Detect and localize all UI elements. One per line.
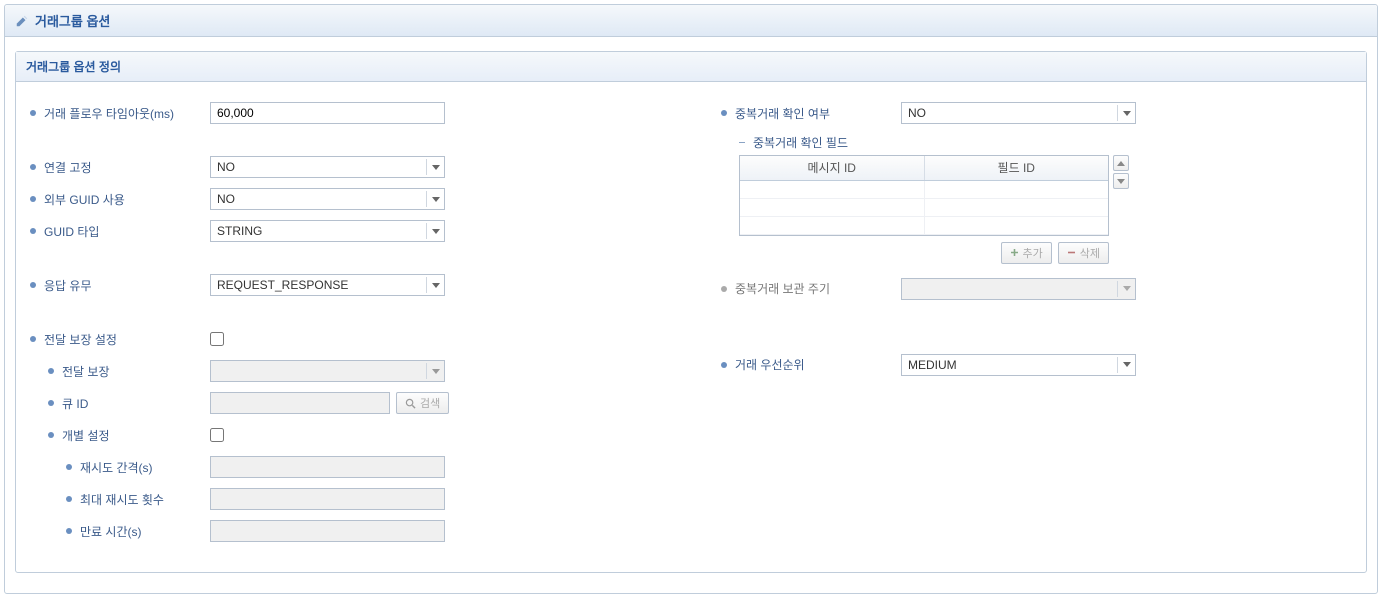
dup-check-value: NO: [908, 106, 926, 120]
expire-label: 만료 시간(s): [80, 523, 142, 540]
search-button[interactable]: 검색: [396, 392, 449, 414]
dup-fields-grid[interactable]: 메시지 ID 필드 ID: [739, 155, 1109, 236]
chevron-down-icon: [1117, 179, 1125, 184]
dup-keep-row: 중복거래 보관 주기: [721, 278, 1352, 300]
priority-combo[interactable]: MEDIUM: [901, 354, 1136, 376]
expire-row: 만료 시간(s): [30, 520, 661, 542]
left-column: 거래 플로우 타임아웃(ms) 연결 고정 NO: [30, 92, 701, 552]
chevron-down-icon: [426, 191, 442, 207]
right-column: 중복거래 확인 여부 NO 중복거래 확인 필드: [701, 92, 1352, 552]
guid-type-row: GUID 타입 STRING: [30, 220, 661, 242]
grid-toolbar: 추가 삭제: [739, 242, 1109, 264]
add-button[interactable]: 추가: [1001, 242, 1052, 264]
flow-timeout-row: 거래 플로우 타임아웃(ms): [30, 102, 661, 124]
grid-col-message-id[interactable]: 메시지 ID: [740, 156, 924, 180]
plus-icon: [1010, 248, 1019, 257]
queue-id-label: 큐 ID: [62, 395, 88, 412]
minus-icon: [1067, 248, 1076, 257]
delete-button[interactable]: 삭제: [1058, 242, 1109, 264]
fixed-conn-row: 연결 고정 NO: [30, 156, 661, 178]
table-row[interactable]: [740, 198, 1108, 216]
max-retry-label: 최대 재시도 횟수: [80, 491, 164, 508]
fixed-conn-value: NO: [217, 160, 235, 174]
priority-label: 거래 우선순위: [735, 356, 805, 373]
queue-id-input[interactable]: [210, 392, 390, 414]
edit-icon: [15, 14, 29, 28]
expire-input[interactable]: [210, 520, 445, 542]
retry-interval-input[interactable]: [210, 456, 445, 478]
individual-checkbox[interactable]: [210, 428, 224, 442]
queue-id-row: 큐 ID 검색: [30, 392, 661, 414]
trade-group-options-panel: 거래그룹 옵션 거래그룹 옵션 정의 거래 플로우 타임아웃(ms) 연결 고정: [4, 4, 1378, 594]
response-row: 응답 유무 REQUEST_RESPONSE: [30, 274, 661, 296]
max-retry-input[interactable]: [210, 488, 445, 510]
ext-guid-row: 외부 GUID 사용 NO: [30, 188, 661, 210]
dup-check-label: 중복거래 확인 여부: [735, 105, 830, 122]
dup-keep-combo[interactable]: [901, 278, 1136, 300]
chevron-down-icon: [1117, 105, 1133, 121]
fixed-conn-label: 연결 고정: [44, 159, 92, 176]
grid-col-field-id[interactable]: 필드 ID: [924, 156, 1108, 180]
grid-scroll-buttons: [1113, 155, 1129, 236]
panel-body: 거래그룹 옵션 정의 거래 플로우 타임아웃(ms) 연결 고정: [5, 37, 1377, 593]
panel-header: 거래그룹 옵션: [5, 5, 1377, 37]
delivery-setting-checkbox[interactable]: [210, 332, 224, 346]
fixed-conn-combo[interactable]: NO: [210, 156, 445, 178]
add-button-label: 추가: [1023, 245, 1043, 261]
dup-fields-label: 중복거래 확인 필드: [753, 134, 848, 151]
chevron-down-icon: [426, 363, 442, 379]
scroll-up-button[interactable]: [1113, 155, 1129, 171]
dup-fields-grid-wrap: 메시지 ID 필드 ID: [739, 155, 1352, 264]
delivery-combo[interactable]: [210, 360, 445, 382]
chevron-down-icon: [1117, 357, 1133, 373]
response-combo[interactable]: REQUEST_RESPONSE: [210, 274, 445, 296]
guid-type-label: GUID 타입: [44, 223, 99, 240]
ext-guid-combo[interactable]: NO: [210, 188, 445, 210]
ext-guid-label: 외부 GUID 사용: [44, 191, 125, 208]
definition-section: 거래그룹 옵션 정의 거래 플로우 타임아웃(ms) 연결 고정: [15, 51, 1367, 573]
delivery-setting-row: 전달 보장 설정: [30, 328, 661, 350]
max-retry-row: 최대 재시도 횟수: [30, 488, 661, 510]
dash-icon: [739, 142, 745, 143]
individual-label: 개별 설정: [62, 427, 110, 444]
scroll-down-button[interactable]: [1113, 173, 1129, 189]
flow-timeout-label: 거래 플로우 타임아웃(ms): [44, 105, 174, 122]
delivery-row: 전달 보장: [30, 360, 661, 382]
guid-type-value: STRING: [217, 224, 262, 238]
response-value: REQUEST_RESPONSE: [217, 278, 348, 292]
dup-keep-label: 중복거래 보관 주기: [735, 280, 830, 297]
chevron-down-icon: [426, 223, 442, 239]
chevron-down-icon: [426, 277, 442, 293]
section-body: 거래 플로우 타임아웃(ms) 연결 고정 NO: [16, 82, 1366, 572]
priority-value: MEDIUM: [908, 358, 957, 372]
section-title: 거래그룹 옵션 정의: [16, 52, 1366, 82]
flow-timeout-input[interactable]: [210, 102, 445, 124]
individual-row: 개별 설정: [30, 424, 661, 446]
delete-button-label: 삭제: [1080, 245, 1100, 261]
dup-fields-subhead: 중복거래 확인 필드: [739, 134, 1352, 151]
retry-interval-row: 재시도 간격(s): [30, 456, 661, 478]
search-button-label: 검색: [420, 395, 440, 411]
dup-check-combo[interactable]: NO: [901, 102, 1136, 124]
delivery-label: 전달 보장: [62, 363, 110, 380]
delivery-setting-label: 전달 보장 설정: [44, 331, 117, 348]
table-row[interactable]: [740, 180, 1108, 198]
table-row[interactable]: [740, 216, 1108, 234]
chevron-down-icon: [1117, 281, 1133, 297]
guid-type-combo[interactable]: STRING: [210, 220, 445, 242]
response-label: 응답 유무: [44, 277, 92, 294]
search-icon: [405, 398, 416, 409]
retry-interval-label: 재시도 간격(s): [80, 459, 153, 476]
dup-check-row: 중복거래 확인 여부 NO: [721, 102, 1352, 124]
chevron-up-icon: [1117, 161, 1125, 166]
ext-guid-value: NO: [217, 192, 235, 206]
priority-row: 거래 우선순위 MEDIUM: [721, 354, 1352, 376]
chevron-down-icon: [426, 159, 442, 175]
panel-title: 거래그룹 옵션: [35, 11, 110, 30]
